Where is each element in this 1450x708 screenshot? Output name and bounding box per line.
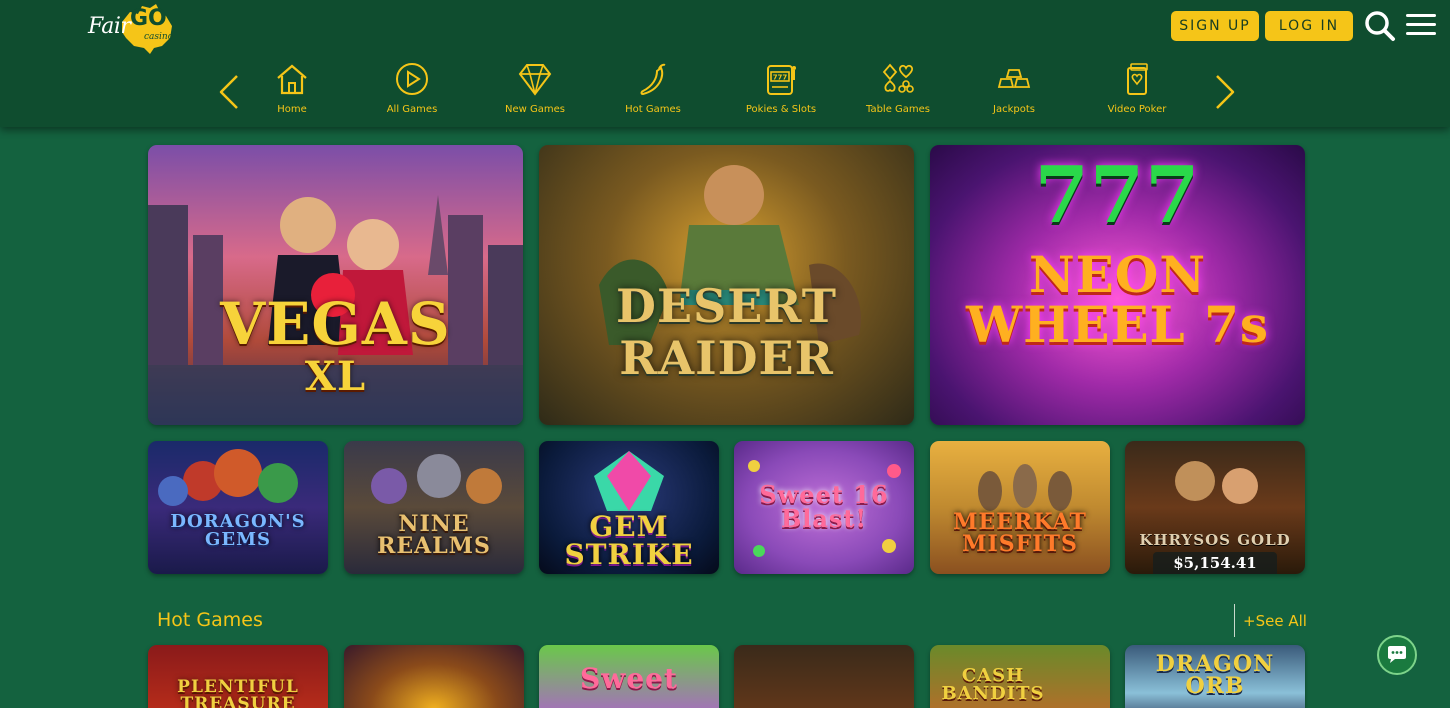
nav-item-home[interactable]: Home	[237, 62, 347, 124]
meerkat-misfits-title: MEERKAT MISFITS	[953, 509, 1087, 557]
home-icon	[277, 64, 307, 95]
desert-raider-subtitle: RAIDER	[619, 331, 834, 385]
nav-label-new-games: New Games	[505, 104, 565, 115]
sweet-hot-title: Sweet	[580, 662, 678, 695]
game-tile-desert-raider[interactable]: DESERT RAIDER	[539, 145, 914, 425]
diamond-icon	[518, 64, 552, 96]
nav-label-pokies-slots: Pokies & Slots	[745, 104, 817, 115]
sign-up-button[interactable]: SIGN UP	[1171, 11, 1259, 41]
game-tile-hot-4[interactable]	[734, 645, 914, 708]
nav-item-pokies-slots[interactable]: 777 Pokies & Slots	[726, 62, 836, 124]
nine-realms-title: NINE REALMS	[377, 511, 491, 559]
search-icon[interactable]	[1364, 10, 1396, 42]
nav-label-jackpots: Jackpots	[993, 104, 1035, 115]
nav-label-home: Home	[277, 104, 307, 115]
game-tile-hot-2[interactable]	[344, 645, 524, 708]
game-tile-nine-realms[interactable]: NINE REALMS	[344, 441, 524, 574]
cash-bandits-title: CASH BANDITS	[941, 665, 1045, 704]
chili-icon	[640, 63, 666, 96]
game-tile-neon-wheel-7s[interactable]: 777 NEON WHEEL 7s	[930, 145, 1305, 425]
nav-next-arrow-icon[interactable]	[1213, 74, 1237, 110]
play-icon	[396, 63, 428, 95]
game-tile-meerkat-misfits[interactable]: MEERKAT MISFITS	[930, 441, 1110, 574]
nav-label-table-games: Table Games	[865, 104, 931, 115]
game-tile-doragons-gems[interactable]: DORAGON'S GEMS	[148, 441, 328, 574]
nav-item-all-games[interactable]: All Games	[357, 62, 467, 124]
nav-item-hot-games[interactable]: Hot Games	[598, 62, 708, 124]
logo-go-text: GO	[130, 6, 167, 31]
vegas-xl-subtitle: XL	[304, 353, 367, 400]
see-all-link[interactable]: +See All	[1243, 612, 1307, 630]
doragons-gems-title: DORAGON'S GEMS	[170, 511, 306, 550]
card-suits-icon	[882, 63, 914, 93]
nav-item-new-games[interactable]: New Games	[480, 62, 590, 124]
video-poker-icon	[1127, 63, 1148, 95]
neon-wheel-sevens-top: 777	[1034, 150, 1201, 241]
vegas-xl-title: VEGAS	[220, 290, 451, 358]
game-tile-khrysos-gold[interactable]: KHRYSOS GOLD $5,154.41	[1125, 441, 1305, 574]
game-tile-plentiful-treasure[interactable]: PLENTIFUL TREASURE	[148, 645, 328, 708]
nav-label-video-poker: Video Poker	[1107, 104, 1167, 115]
neon-wheel-7s-title: NEON WHEEL 7s	[965, 245, 1270, 354]
gold-bars-icon	[997, 69, 1031, 88]
nav-item-table-games[interactable]: Table Games	[843, 62, 953, 124]
nav-label-hot-games: Hot Games	[625, 104, 681, 115]
game-tile-cash-bandits[interactable]: CASH BANDITS	[930, 645, 1110, 708]
dragon-orb-title: DRAGON ORB	[1155, 651, 1275, 699]
see-all-divider	[1234, 604, 1235, 637]
game-tile-dragon-orb[interactable]: DRAGON ORB	[1125, 645, 1305, 708]
nav-item-jackpots[interactable]: Jackpots	[959, 62, 1069, 124]
logo-fair-text: Fair	[88, 14, 131, 39]
slot-machine-icon: 777	[767, 65, 796, 95]
nav-item-video-poker[interactable]: Video Poker	[1082, 62, 1192, 124]
site-header: Fair GO casino SIGN UP LOG IN Home All G…	[0, 0, 1450, 127]
game-tile-vegas-xl[interactable]: VEGAS XL	[148, 145, 523, 425]
game-tile-sweet-hot[interactable]: Sweet	[539, 645, 719, 708]
plentiful-treasure-title: PLENTIFUL TREASURE	[177, 677, 299, 708]
khrysos-gold-title: KHRYSOS GOLD	[1139, 531, 1291, 549]
game-tile-gem-strike[interactable]: GEM STRIKE	[539, 441, 719, 574]
game-tile-sweet-16-blast[interactable]: Sweet 16 Blast!	[734, 441, 914, 574]
svg-text:777: 777	[773, 74, 788, 82]
hamburger-menu-icon[interactable]	[1406, 14, 1436, 38]
jackpot-amount-badge: $5,154.41	[1153, 552, 1277, 574]
gem-strike-title: GEM STRIKE	[564, 510, 694, 571]
fair-go-casino-logo[interactable]: Fair GO casino	[88, 2, 180, 56]
logo-casino-text: casino	[144, 32, 174, 42]
nav-label-all-games: All Games	[386, 104, 438, 115]
live-chat-button[interactable]	[1377, 635, 1417, 675]
desert-raider-title: DESERT	[616, 279, 837, 333]
hot-games-section-title: Hot Games	[157, 609, 263, 631]
chat-bubble-icon	[1388, 646, 1406, 663]
sweet-16-title: Sweet 16 Blast!	[759, 480, 889, 533]
log-in-button[interactable]: LOG IN	[1265, 11, 1353, 41]
dragons-art	[158, 449, 298, 506]
